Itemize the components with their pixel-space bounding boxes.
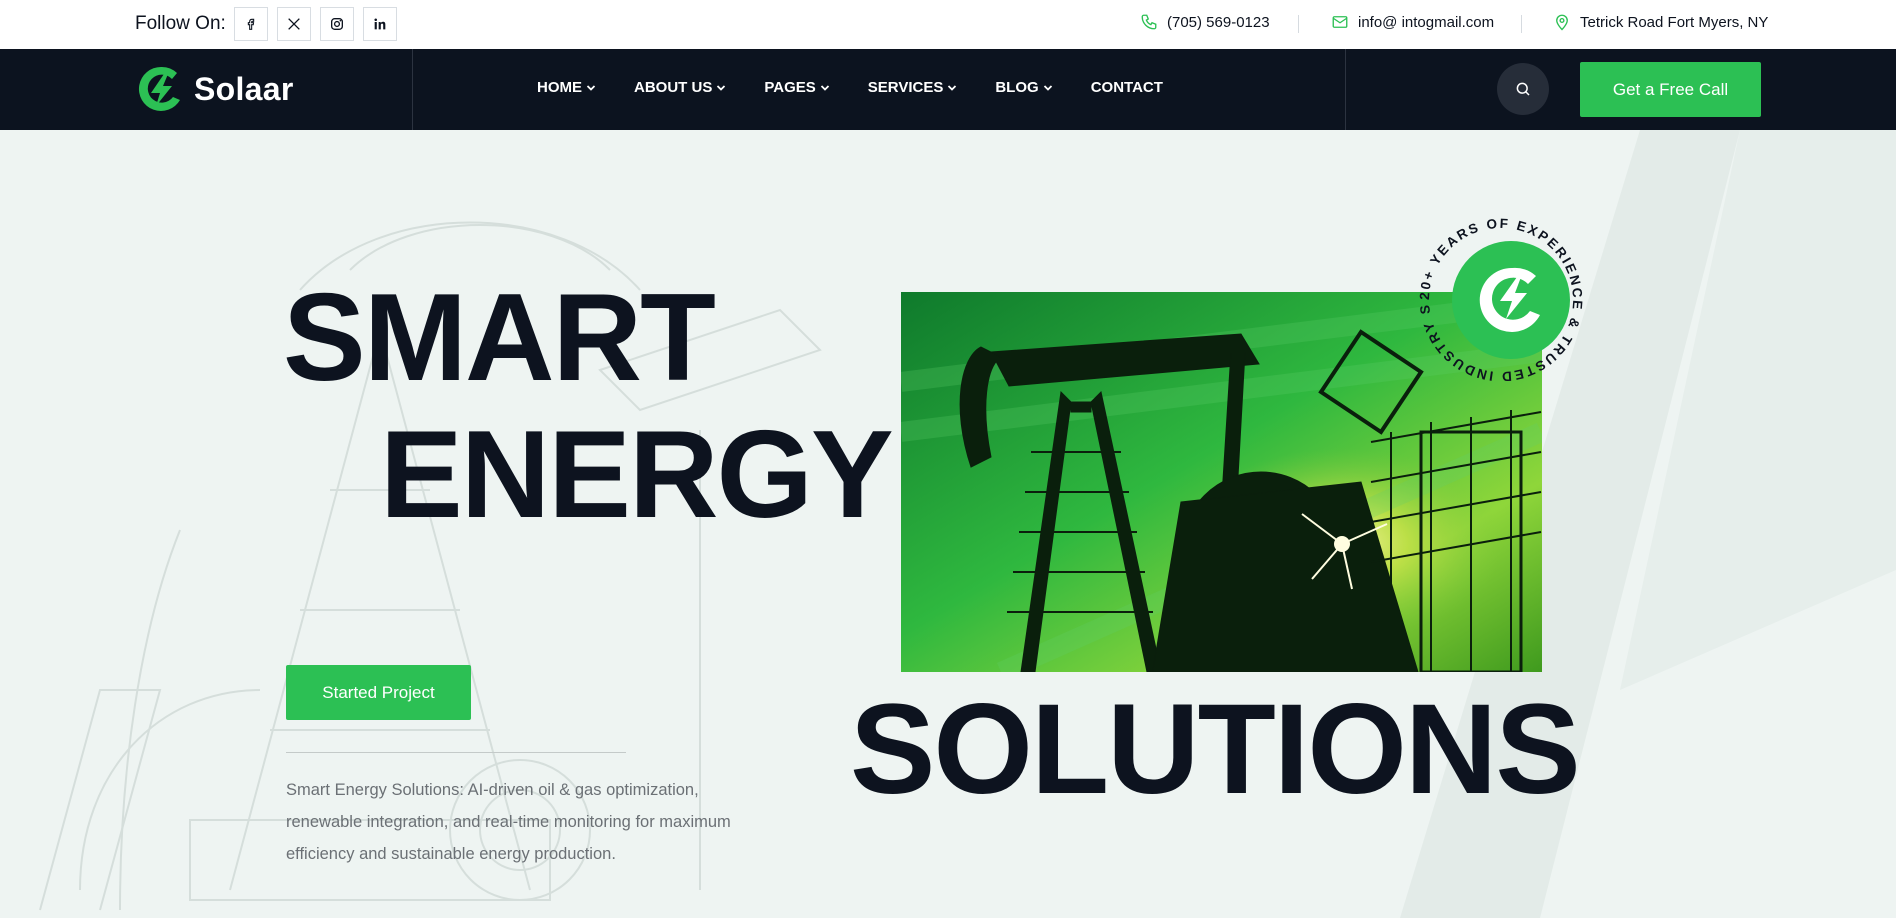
email-contact[interactable]: info@ intogmail.com [1331,13,1494,31]
mail-icon [1332,16,1348,28]
started-project-button[interactable]: Started Project [286,665,471,720]
search-icon [1516,82,1530,96]
menu-label: HOME [537,79,582,96]
menu-label: PAGES [764,79,816,96]
brand-name: Solaar [194,70,294,107]
lightning-logo-icon [138,66,180,111]
divider [1345,49,1346,130]
menu-item-blog[interactable]: BLOG [995,79,1052,96]
brand-logo[interactable]: Solaar [134,64,294,114]
menu-label: CONTACT [1090,79,1163,96]
facebook-icon [247,18,255,30]
divider [1298,15,1299,33]
chevron-down-icon [717,84,726,91]
hero-title-smart: SMART [283,269,716,407]
instagram-link[interactable] [320,7,354,41]
hero-description: Smart Energy Solutions: AI-driven oil & … [286,781,731,863]
hero-title-energy: ENERGY [380,406,894,544]
linkedin-link[interactable] [363,7,397,41]
instagram-icon [331,18,343,30]
chevron-down-icon [948,84,957,91]
email-address: info@ intogmail.com [1358,13,1495,31]
facebook-link[interactable] [234,7,268,41]
divider [286,752,626,753]
address-contact: Tetrick Road Fort Myers, NY [1553,13,1768,31]
chevron-down-icon [586,84,596,91]
search-button[interactable] [1497,63,1549,115]
phone-number: (705) 569-0123 [1167,13,1270,31]
hero-section: SMART ENERGY 20+ YEARS OF EXPERIENCE & T… [0,130,1896,918]
top-info-bar: Follow On: (705) 569-0123 info@ intogmai… [0,0,1896,49]
linkedin-icon [374,18,386,30]
phone-icon [1141,14,1157,30]
address-text: Tetrick Road Fort Myers, NY [1580,13,1769,31]
hero-title-solutions: SOLUTIONS [850,678,1581,821]
menu-item-home[interactable]: HOME [537,79,596,96]
location-pin-icon [1556,14,1568,31]
x-twitter-icon [288,18,300,30]
divider [412,49,413,130]
menu-label: SERVICES [867,79,944,96]
free-call-button[interactable]: Get a Free Call [1580,62,1761,117]
chevron-down-icon [820,84,829,91]
social-links [234,7,397,41]
menu-item-services[interactable]: SERVICES [868,79,958,96]
chevron-down-icon [1043,84,1052,91]
main-navbar: Solaar HOME ABOUT US PAGES SERVICES BLOG… [0,49,1896,130]
x-twitter-link[interactable] [277,7,311,41]
experience-badge: 20+ YEARS OF EXPERIENCE & TRUSTED INDUST… [1416,215,1583,384]
menu-label: ABOUT US [634,79,713,96]
menu-item-contact[interactable]: CONTACT [1091,79,1163,96]
menu-item-about[interactable]: ABOUT US [634,79,726,96]
phone-contact[interactable]: (705) 569-0123 [1140,13,1270,31]
main-menu: HOME ABOUT US PAGES SERVICES BLOG CONTAC… [537,79,1201,96]
follow-label: Follow On: [135,13,226,34]
divider [1521,15,1522,33]
menu-label: BLOG [995,79,1039,96]
menu-item-pages[interactable]: PAGES [764,79,829,96]
